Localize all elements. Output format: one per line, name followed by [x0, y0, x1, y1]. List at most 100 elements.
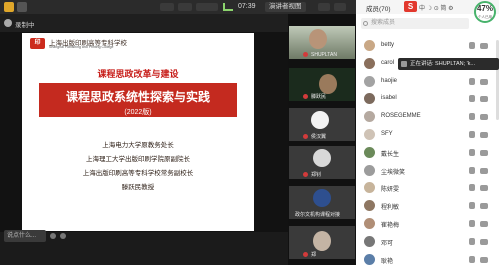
comment-input[interactable]: 说点什么...: [4, 230, 46, 242]
school-logo-icon: 印: [30, 38, 45, 49]
mic-muted-icon: [303, 252, 308, 257]
member-row[interactable]: haojie: [356, 73, 499, 91]
mic-muted-icon: [303, 52, 308, 57]
member-row[interactable]: betty: [356, 37, 499, 55]
camera-icon[interactable]: [480, 238, 488, 245]
avatar: [364, 146, 375, 158]
video-tile-name: SHUPLTAN: [311, 52, 337, 58]
mic-muted-icon: [303, 94, 308, 99]
member-name: 戴长生: [381, 151, 400, 158]
signal-icon: [223, 3, 233, 11]
member-name: 崔艳梅: [381, 223, 400, 229]
camera-icon[interactable]: [480, 114, 488, 121]
gauge-value: 47: [476, 4, 486, 13]
member-name: ROSEGEMME: [381, 113, 421, 120]
member-row[interactable]: SFY: [356, 126, 499, 144]
member-name: 陈妍雯: [381, 187, 400, 194]
member-name: 程利敏: [381, 205, 400, 212]
avatar: [313, 149, 331, 167]
mic-icon[interactable]: [469, 220, 475, 227]
mic-icon[interactable]: [469, 77, 475, 85]
camera-icon[interactable]: [480, 203, 488, 210]
avatar: [364, 40, 375, 51]
camera-icon[interactable]: [480, 221, 488, 227]
camera-icon[interactable]: [480, 132, 488, 138]
camera-icon[interactable]: [480, 185, 488, 192]
member-row[interactable]: 邓可: [356, 233, 499, 251]
members-title: 成员(70): [366, 6, 391, 13]
camera-icon[interactable]: [480, 43, 488, 49]
member-name: 耿艳: [381, 258, 394, 265]
mic-icon[interactable]: [469, 166, 475, 174]
mic-icon[interactable]: [469, 255, 475, 263]
video-tile-name: 侯汉翼: [311, 134, 327, 140]
video-tile[interactable]: 郑钊: [289, 146, 355, 179]
layout-icon[interactable]: [160, 3, 174, 11]
member-row[interactable]: 耿艳: [356, 251, 499, 265]
camera-icon[interactable]: [480, 256, 488, 263]
member-search-input[interactable]: 搜索成员: [361, 18, 469, 29]
camera-icon[interactable]: [480, 96, 488, 103]
member-row[interactable]: 程利敏: [356, 197, 499, 215]
camera-icon[interactable]: [480, 149, 488, 156]
mic-icon[interactable]: [469, 42, 475, 49]
meeting-info-icon[interactable]: [4, 2, 14, 12]
avatar: [364, 182, 375, 194]
camera-icon[interactable]: [480, 167, 488, 174]
member-row[interactable]: 陈妍雯: [356, 179, 499, 197]
window-minimize-icon[interactable]: [318, 3, 330, 11]
mic-icon[interactable]: [469, 113, 475, 121]
fullscreen-icon[interactable]: [196, 3, 218, 11]
member-row[interactable]: ROSEGEMME: [356, 108, 499, 126]
video-tile-name: 郑: [311, 252, 317, 258]
video-tile[interactable]: 政尔文机构课程对接: [289, 186, 355, 219]
emoji-icon[interactable]: [50, 233, 56, 239]
clock-time: 07:39: [238, 3, 256, 10]
slide-year: (2022版): [124, 109, 152, 116]
speaking-toast: 正在讲话: SHUPLTAN; 'k...: [398, 58, 499, 70]
recording-status-bar: 录制中: [0, 14, 288, 32]
avatar: [364, 75, 375, 87]
speaking-text: 正在讲话: SHUPLTAN; 'k...: [410, 61, 476, 67]
mic-icon[interactable]: [469, 184, 475, 192]
video-tile[interactable]: 郑: [289, 226, 355, 259]
member-name: betty: [381, 42, 395, 48]
minimize-icon[interactable]: [178, 3, 192, 11]
member-row[interactable]: 尘埃微笑: [356, 162, 499, 180]
member-row[interactable]: isabel: [356, 90, 499, 108]
participant-video: [309, 29, 327, 49]
mic-icon[interactable]: [469, 237, 475, 245]
cloud-record-icon: [4, 19, 12, 27]
avatar: [364, 235, 375, 247]
avatar: [364, 93, 375, 105]
input-method-icon[interactable]: S: [404, 1, 417, 12]
camera-icon[interactable]: [480, 78, 488, 85]
member-row[interactable]: 戴长生: [356, 144, 499, 162]
video-tile-name: 滕跃民: [311, 94, 327, 100]
slide-author-line: 上海理工大学出版印刷学院原副院长: [86, 156, 190, 163]
mic-icon[interactable]: [469, 131, 475, 138]
mic-icon[interactable]: [469, 202, 475, 210]
input-method-toolbar[interactable]: 中 ☽ ⊙ 简 ⚙: [419, 3, 453, 12]
video-tile[interactable]: 侯汉翼: [289, 108, 355, 141]
emoji-icon[interactable]: [60, 233, 66, 239]
avatar: [364, 218, 375, 229]
video-tile[interactable]: SHUPLTAN: [289, 26, 355, 59]
slide-org-subtitle: Shanghai Publishing and Printing College: [49, 45, 114, 49]
video-tile[interactable]: 滕跃民: [289, 68, 355, 101]
presenter-view-button[interactable]: 演讲者视图: [265, 2, 306, 12]
avatar: [364, 164, 375, 176]
window-maximize-icon[interactable]: [334, 3, 346, 11]
mic-icon[interactable]: [469, 95, 475, 103]
mic-icon[interactable]: [469, 148, 475, 156]
slide-title: 课程思政系统性探索与实践: [65, 90, 210, 104]
video-tile-name: 政尔文机构课程对接: [295, 212, 341, 218]
security-icon[interactable]: [17, 2, 27, 12]
member-row[interactable]: 崔艳梅: [356, 215, 499, 233]
video-tile-name: 郑钊: [311, 172, 322, 178]
mic-muted-icon: [303, 172, 308, 177]
participant-video: [319, 74, 337, 94]
avatar: [364, 129, 375, 140]
member-name: haojie: [381, 77, 398, 84]
memory-usage-gauge[interactable]: 47% 个人已用: [474, 1, 496, 23]
